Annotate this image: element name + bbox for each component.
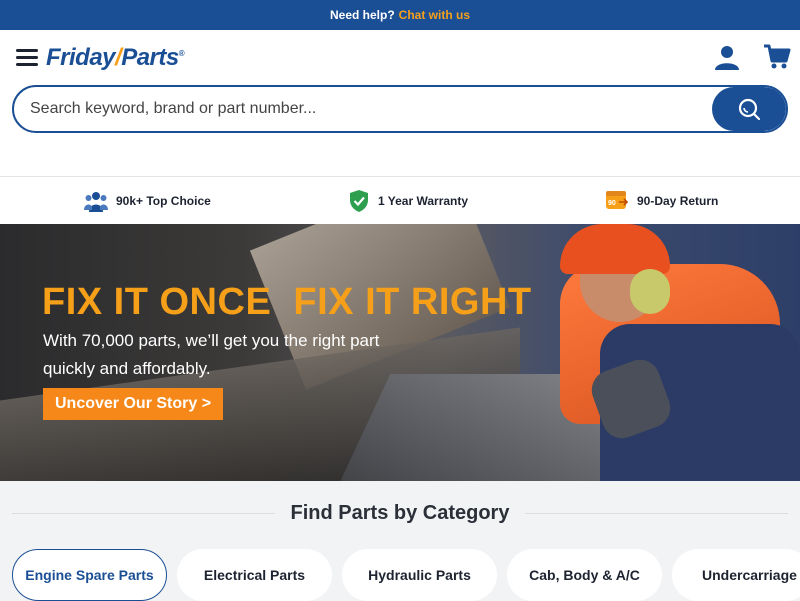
help-bar: Need help? Chat with us [0,0,800,30]
feature-return: 90 90-Day Return [605,189,718,213]
shield-check-icon [350,190,368,212]
site-logo[interactable]: Friday/Parts® [46,44,185,72]
feature-label: 90k+ Top Choice [116,194,211,208]
logo-reg: ® [178,49,185,58]
category-electrical-parts[interactable]: Electrical Parts [177,549,332,601]
category-heading: Find Parts by Category [290,501,510,524]
people-icon [84,192,108,212]
logo-text-parts: Parts [121,44,179,71]
hero-headline: FIX IT ONCE FIX IT RIGHT [42,281,532,323]
chat-link[interactable]: Chat with us [399,8,470,22]
category-hydraulic-parts[interactable]: Hydraulic Parts [342,549,497,601]
svg-text:90: 90 [608,200,616,207]
feature-strip: 90k+ Top Choice 1 Year Warranty 90 90-Da… [0,177,800,224]
divider [525,512,788,514]
help-text: Need help? [329,8,395,22]
site-header: Friday/Parts® [0,30,800,177]
feature-label: 1 Year Warranty [378,194,469,208]
cart-icon[interactable] [763,44,791,70]
category-undercarriage[interactable]: Undercarriage [672,549,800,601]
feature-warranty: 1 Year Warranty [348,189,468,213]
search-button[interactable] [712,87,786,131]
category-cab-body-ac[interactable]: Cab, Body & A/C [507,549,662,601]
return-90-icon: 90 [606,191,629,209]
uncover-story-button[interactable]: Uncover Our Story > [43,388,224,420]
hero-banner: FIX IT ONCE FIX IT RIGHT With 70,000 par… [0,224,800,481]
feature-label: 90-Day Return [637,194,719,208]
feature-top-choice: 90k+ Top Choice [84,189,211,213]
user-icon[interactable] [714,44,740,70]
search-icon [738,98,760,120]
category-section: Find Parts by Category Engine Spare Part… [0,481,800,601]
search-input[interactable] [30,87,710,131]
divider [12,512,275,514]
hero-subtext: With 70,000 parts, we’ll get you the rig… [43,331,380,378]
hamburger-icon[interactable] [16,49,38,67]
search-bar [12,85,788,133]
logo-text-friday: Friday [46,44,116,71]
category-engine-spare-parts[interactable]: Engine Spare Parts [12,549,167,601]
